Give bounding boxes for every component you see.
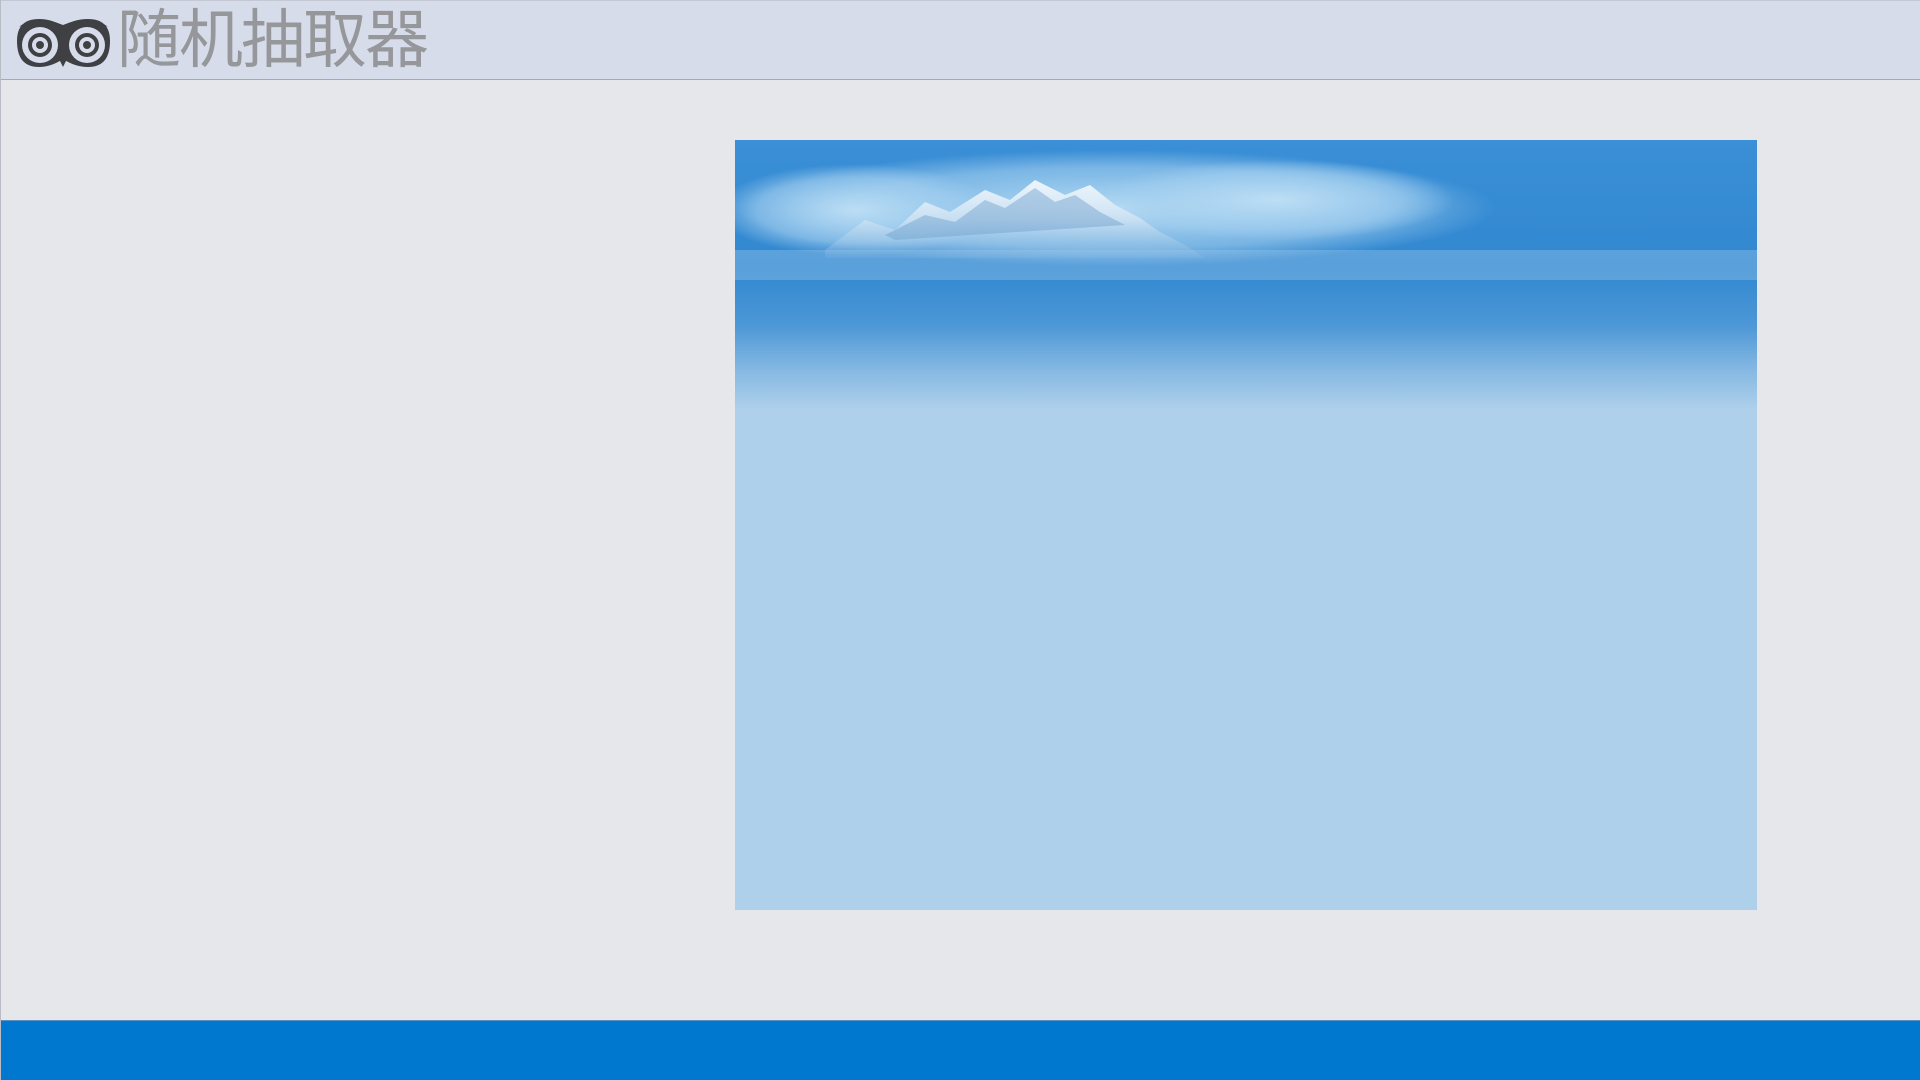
footer-bar <box>1 1020 1920 1080</box>
owl-eyes-icon <box>13 11 114 73</box>
draw-display-panel <box>735 140 1757 910</box>
app-title: 随机抽取器 <box>117 4 429 78</box>
app-window: 随机抽取器 <box>0 0 1920 1080</box>
header-bar: 随机抽取器 <box>1 0 1920 80</box>
main-area <box>1 80 1920 1020</box>
snow-mountain-banner <box>735 140 1757 910</box>
